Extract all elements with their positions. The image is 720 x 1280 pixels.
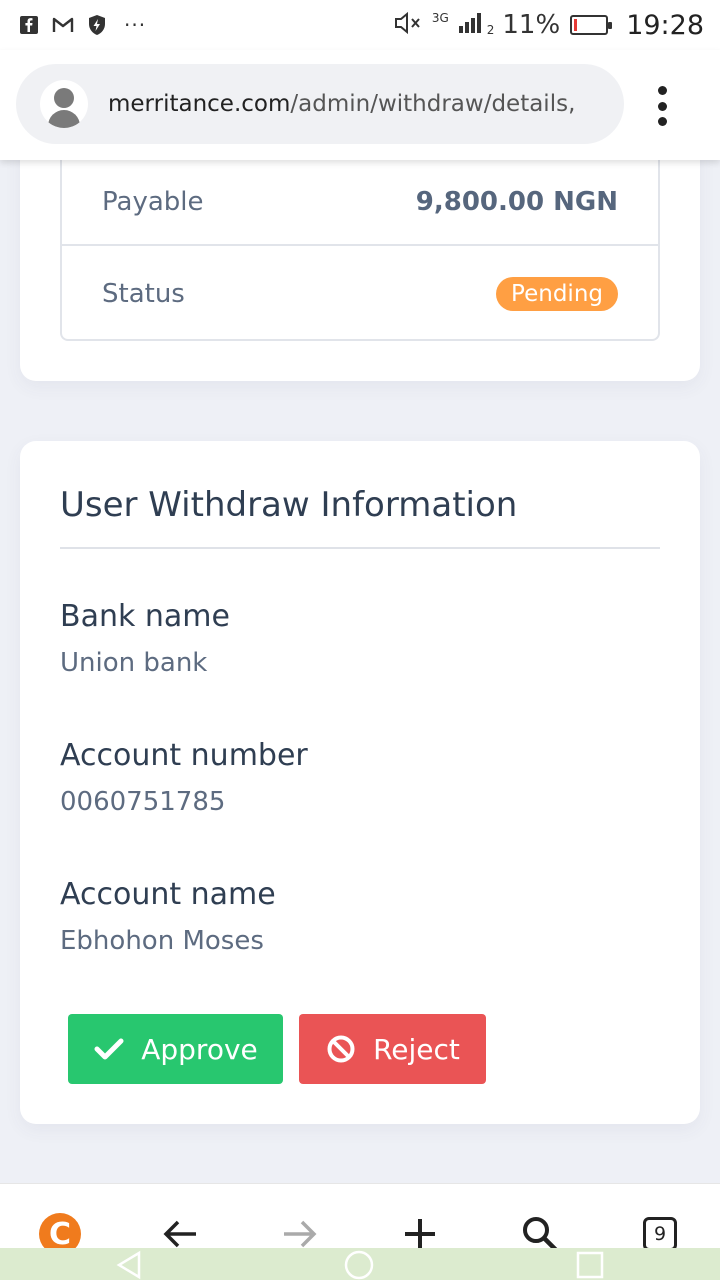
url-text[interactable]: merritance.com/admin/withdraw/details, <box>108 91 608 117</box>
more-notifications: ··· <box>124 13 147 37</box>
status-badge: Pending <box>496 276 618 311</box>
home-circle-icon[interactable] <box>344 1250 374 1280</box>
bank-name-value: Union bank <box>60 648 208 678</box>
battery-icon <box>570 15 613 35</box>
tabs-count: 9 <box>643 1217 677 1251</box>
reject-button[interactable]: Reject <box>299 1014 486 1084</box>
mute-icon <box>394 11 424 39</box>
gmail-icon <box>52 14 74 36</box>
status-label: Status <box>102 278 185 309</box>
android-nav-bar <box>0 1248 720 1280</box>
recents-square-icon[interactable] <box>575 1250 605 1280</box>
account-avatar-icon[interactable] <box>40 80 88 128</box>
url-path: /admin/withdraw/details, <box>290 91 576 117</box>
facebook-icon <box>18 14 40 36</box>
status-bar-right: 3G 2 11% 19:28 <box>394 10 704 41</box>
status-bar-left: ··· <box>18 13 146 37</box>
browser-toolbar: merritance.com/admin/withdraw/details, <box>0 50 720 160</box>
browser-menu-icon[interactable] <box>652 86 672 126</box>
check-icon <box>93 1033 125 1065</box>
clock: 19:28 <box>626 9 704 41</box>
shield-bolt-icon <box>86 14 108 36</box>
address-bar[interactable]: merritance.com/admin/withdraw/details, <box>16 64 624 144</box>
info-title: User Withdraw Information <box>60 485 518 525</box>
info-divider <box>60 547 660 549</box>
signal-sub: 2 <box>486 23 495 37</box>
network-type: 3G <box>431 11 449 25</box>
url-host: merritance.com <box>108 91 291 117</box>
user-withdraw-info-card: User Withdraw Information Bank name Unio… <box>20 441 700 1124</box>
status-row: Status Pending <box>62 248 658 339</box>
payable-value: 9,800.00 NGN <box>415 187 618 217</box>
approve-button[interactable]: Approve <box>68 1014 283 1084</box>
account-name-label: Account name <box>60 877 276 912</box>
battery-fill <box>574 19 578 31</box>
back-triangle-icon[interactable] <box>114 1250 144 1280</box>
account-name-value: Ebhohon Moses <box>60 926 264 956</box>
account-number-value: 0060751785 <box>60 787 226 817</box>
approve-label: Approve <box>141 1032 258 1066</box>
account-number-label: Account number <box>60 738 308 773</box>
bank-name-label: Bank name <box>60 599 230 634</box>
ban-icon <box>325 1033 357 1065</box>
payable-row: Payable 9,800.00 NGN <box>62 160 658 246</box>
payable-label: Payable <box>102 187 204 217</box>
battery-percent: 11% <box>502 10 561 40</box>
signal-icon <box>457 11 487 39</box>
reject-label: Reject <box>373 1032 460 1066</box>
status-bar: ··· 3G 2 11% 19:28 <box>0 0 720 50</box>
